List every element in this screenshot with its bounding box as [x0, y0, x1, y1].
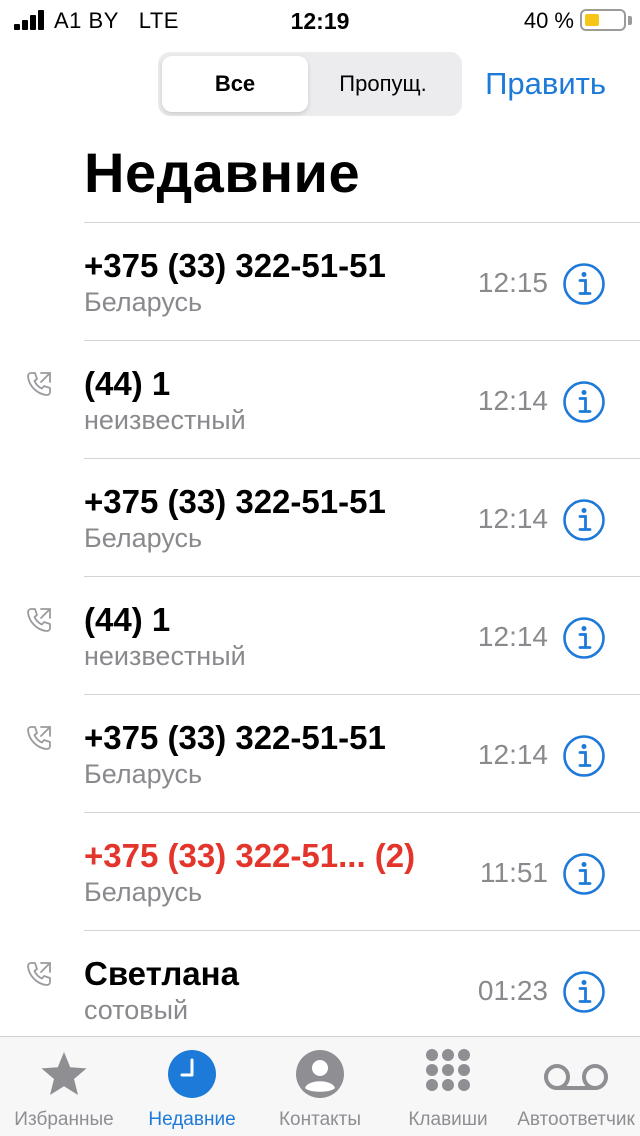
info-icon[interactable] — [562, 970, 606, 1014]
caller-name: Светлана — [84, 955, 239, 992]
caller-name: +375 (33) 322-51-51 — [84, 719, 386, 756]
outgoing-call-icon — [24, 369, 54, 399]
recent-calls-list: +375 (33) 322-51-51 Беларусь 12:15 (44) 1 не… — [0, 222, 640, 1048]
clock-icon — [167, 1049, 217, 1099]
caller-name: +375 (33) 322-51... (2) — [84, 837, 416, 874]
outgoing-call-icon — [24, 605, 54, 635]
battery-fill — [585, 14, 599, 26]
call-row[interactable]: Светлана сотовый 01:23 — [27, 930, 640, 1048]
caller-detail: Беларусь — [84, 877, 203, 907]
tab-label: Избранные — [14, 1109, 114, 1130]
outgoing-call-icon — [24, 723, 54, 753]
info-icon[interactable] — [562, 616, 606, 660]
tab-star[interactable]: Избранные — [0, 1037, 128, 1136]
caller-name: (44) 1 — [84, 365, 171, 402]
tab-label: Автоответчик — [517, 1109, 635, 1130]
caller-name: (44) 1 — [84, 601, 171, 638]
info-icon[interactable] — [562, 380, 606, 424]
caller-detail: сотовый — [84, 995, 189, 1025]
edit-button[interactable]: Править — [485, 66, 606, 102]
keypad-icon — [423, 1049, 473, 1099]
outgoing-call-icon — [24, 959, 54, 989]
call-time: 12:14 — [477, 385, 548, 416]
tab-label: Клавиши — [408, 1109, 488, 1130]
status-bar: A1 BY LTE 12:19 40 % — [0, 0, 640, 40]
caller-detail: Беларусь — [84, 759, 203, 789]
voicemail-icon — [541, 1049, 611, 1099]
info-icon[interactable] — [562, 852, 606, 896]
info-icon[interactable] — [562, 498, 606, 542]
caller-name: +375 (33) 322-51-51 — [84, 483, 386, 520]
tab-label: Недавние — [148, 1109, 236, 1130]
person-icon — [295, 1049, 345, 1099]
call-time: 11:51 — [480, 857, 548, 888]
tab-keypad[interactable]: Клавиши — [384, 1037, 512, 1136]
caller-detail: неизвестный — [84, 641, 246, 671]
call-row[interactable]: +375 (33) 322-51-51 Беларусь 12:15 — [84, 222, 640, 340]
star-icon — [39, 1049, 89, 1099]
tab-bar: Избранные Недавние Контакты Клавиши Автоотве… — [0, 1036, 640, 1136]
info-icon[interactable] — [562, 734, 606, 778]
call-row[interactable]: +375 (33) 322-51-51 Беларусь 12:14 — [27, 694, 640, 812]
call-time: 12:14 — [477, 503, 548, 534]
filter-segmented-control: Все Пропущ. — [158, 52, 462, 116]
caller-detail: Беларусь — [84, 523, 203, 553]
call-time: 12:15 — [477, 267, 548, 298]
caller-detail: неизвестный — [84, 405, 246, 435]
caller-name: +375 (33) 322-51-51 — [84, 247, 386, 284]
segment-missed[interactable]: Пропущ. — [308, 56, 458, 112]
tab-person[interactable]: Контакты — [256, 1037, 384, 1136]
page-title: Недавние — [84, 141, 361, 204]
call-time: 12:14 — [477, 739, 548, 770]
tab-label: Контакты — [278, 1109, 362, 1130]
call-row[interactable]: (44) 1 неизвестный 12:14 — [27, 340, 640, 458]
tab-clock[interactable]: Недавние — [128, 1037, 256, 1136]
call-row[interactable]: (44) 1 неизвестный 12:14 — [27, 576, 640, 694]
battery-percentage: 40 % — [523, 8, 574, 33]
battery-tip — [628, 16, 632, 25]
info-icon[interactable] — [562, 262, 606, 306]
call-row[interactable]: +375 (33) 322-51... (2) Беларусь 11:51 — [84, 812, 640, 930]
battery-icon — [580, 9, 626, 31]
tab-voicemail[interactable]: Автоответчик — [512, 1037, 640, 1136]
call-time: 01:23 — [477, 975, 548, 1006]
call-time: 12:14 — [477, 621, 548, 652]
caller-detail: Беларусь — [84, 287, 203, 317]
segment-all[interactable]: Все — [162, 56, 308, 112]
call-row[interactable]: +375 (33) 322-51-51 Беларусь 12:14 — [84, 458, 640, 576]
